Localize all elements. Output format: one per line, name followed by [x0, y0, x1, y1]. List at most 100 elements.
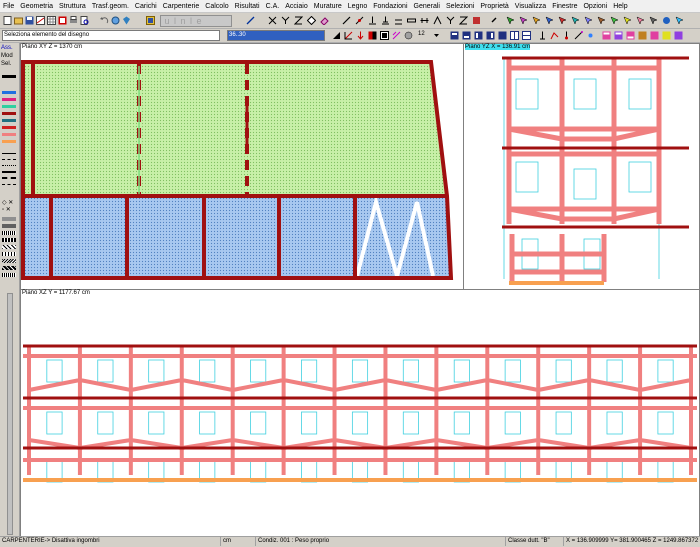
menu-item[interactable]: Geometria: [17, 3, 56, 10]
select-nodes-icon[interactable]: [558, 16, 567, 25]
undo-icon[interactable]: [100, 16, 109, 25]
select-slabs-icon[interactable]: [571, 16, 580, 25]
column-tool-icon[interactable]: [368, 16, 377, 25]
table-icon-2[interactable]: [614, 31, 623, 40]
menu-item[interactable]: Visualizza: [512, 3, 549, 10]
table-icon-4[interactable]: [638, 31, 647, 40]
z-axis-icon[interactable]: [294, 16, 303, 25]
select-loads-icon[interactable]: [610, 16, 619, 25]
panel-scrollbar[interactable]: [7, 293, 13, 535]
line-style-2[interactable]: [2, 159, 16, 161]
y-axis-2-icon[interactable]: [446, 16, 455, 25]
view-iso-icon[interactable]: [498, 31, 507, 40]
swatch-red[interactable]: [2, 126, 16, 129]
table-icon-7[interactable]: [674, 31, 683, 40]
swatch-blue[interactable]: [2, 91, 16, 94]
globe-icon[interactable]: [404, 31, 413, 40]
section-icon[interactable]: [380, 31, 389, 40]
tab-select[interactable]: Sel.: [1, 61, 18, 67]
view-plan-xz[interactable]: Piano XZ Y = 1177.67 cm: [20, 289, 700, 537]
menu-item[interactable]: Legno: [345, 3, 370, 10]
path-icon[interactable]: [550, 31, 559, 40]
select-columns-icon[interactable]: [584, 16, 593, 25]
menu-item[interactable]: Fondazioni: [370, 3, 410, 10]
point-icon[interactable]: [586, 31, 595, 40]
menu-item[interactable]: C.A.: [263, 3, 283, 10]
menu-item[interactable]: Selezioni: [443, 3, 477, 10]
line-style-3[interactable]: [2, 165, 16, 167]
hatch-5[interactable]: [2, 245, 16, 249]
layers-icon[interactable]: [146, 16, 155, 25]
menu-item[interactable]: Help: [610, 3, 630, 10]
zoom-value[interactable]: 12: [417, 30, 432, 39]
line-style-6[interactable]: [2, 184, 16, 186]
table-icon-6[interactable]: [662, 31, 671, 40]
z-axis-2-icon[interactable]: [459, 16, 468, 25]
menu-item[interactable]: Carpenterie: [160, 3, 203, 10]
dimension-tool-icon[interactable]: [420, 16, 429, 25]
select-all-icon[interactable]: [532, 16, 541, 25]
view-split-icon[interactable]: [510, 31, 519, 40]
hatch-7[interactable]: [2, 259, 16, 263]
y-axis-icon[interactable]: [281, 16, 290, 25]
view-plan-xy[interactable]: Piano XY Z = 1370 cm: [20, 43, 464, 290]
view-grid-icon[interactable]: [522, 31, 531, 40]
download-icon[interactable]: [356, 31, 365, 40]
swatch-green[interactable]: [2, 105, 16, 108]
view-top-icon[interactable]: [462, 31, 471, 40]
color-fill-icon[interactable]: [368, 31, 377, 40]
cross-tool-icon[interactable]: [268, 16, 277, 25]
hatch-2[interactable]: [2, 224, 16, 228]
hatch-8[interactable]: [2, 266, 16, 270]
view-front-icon[interactable]: [450, 31, 459, 40]
select-filter-icon[interactable]: [623, 16, 632, 25]
link-icon[interactable]: [490, 16, 499, 25]
angle-tool-icon[interactable]: [433, 16, 442, 25]
preview-icon[interactable]: [80, 16, 89, 25]
hatch-4[interactable]: [2, 238, 16, 242]
print-icon[interactable]: [69, 16, 78, 25]
menu-item[interactable]: Murature: [311, 3, 345, 10]
menu-item[interactable]: Opzioni: [580, 3, 610, 10]
swatch-darkred[interactable]: [2, 112, 16, 115]
rebar-icon[interactable]: [392, 31, 401, 40]
select-arrow-icon[interactable]: [506, 16, 515, 25]
tab-assign[interactable]: Ass.: [1, 45, 18, 51]
drawing-icon[interactable]: [36, 16, 45, 25]
anchor-icon[interactable]: [562, 31, 571, 40]
open-folder-icon[interactable]: [14, 16, 23, 25]
small-toggle-icons[interactable]: ◇ ✕ ▫ ✕: [2, 199, 13, 213]
menu-item[interactable]: Generali: [411, 3, 443, 10]
select-invert-icon[interactable]: [636, 16, 645, 25]
swatch-magenta[interactable]: [2, 98, 16, 101]
measure-icon[interactable]: [574, 31, 583, 40]
select-window-icon[interactable]: [519, 16, 528, 25]
node-tool-icon[interactable]: [355, 16, 364, 25]
hatch-3[interactable]: [2, 231, 16, 235]
menu-item[interactable]: Trasf.geom.: [89, 3, 132, 10]
view-back-icon[interactable]: [486, 31, 495, 40]
beam-tool-icon[interactable]: [342, 16, 351, 25]
slab-tool-icon[interactable]: [407, 16, 416, 25]
hatch-9[interactable]: [2, 273, 16, 277]
table-icon-5[interactable]: [650, 31, 659, 40]
swatch-pink[interactable]: [2, 133, 16, 136]
table-icon-1[interactable]: [602, 31, 611, 40]
swatch-orange[interactable]: [2, 140, 16, 143]
wall-tool-icon[interactable]: [394, 16, 403, 25]
coordinate-input[interactable]: 36..30: [227, 30, 325, 41]
menu-item[interactable]: Struttura: [56, 3, 89, 10]
menu-item[interactable]: File: [0, 3, 17, 10]
select-beams-icon[interactable]: [545, 16, 554, 25]
chevron-down-icon[interactable]: [432, 31, 441, 40]
menu-item[interactable]: Calcolo: [202, 3, 231, 10]
table-icon-3[interactable]: [626, 31, 635, 40]
line-tool-icon[interactable]: [246, 16, 255, 25]
tab-modify[interactable]: Mod: [1, 53, 18, 59]
menu-item[interactable]: Acciaio: [282, 3, 311, 10]
hatch-6[interactable]: [2, 252, 16, 256]
grid-icon[interactable]: [47, 16, 56, 25]
select-group-icon[interactable]: [675, 16, 684, 25]
menu-item[interactable]: Carichi: [132, 3, 160, 10]
new-file-icon[interactable]: [3, 16, 12, 25]
